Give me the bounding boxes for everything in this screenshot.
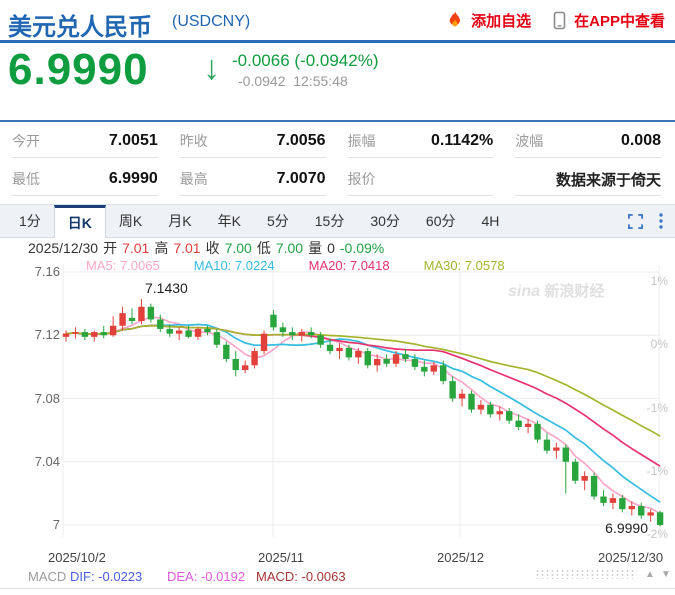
stat-value: 0.1142% [430, 132, 494, 149]
tab-60min[interactable]: 60分 [413, 205, 469, 237]
pct-axis-label: -1% [646, 463, 668, 478]
stat-value: 7.0070 [276, 170, 326, 187]
volume-label: 量 [308, 240, 323, 256]
last-price: 6.9990 [8, 45, 149, 94]
y-axis-label: 7.04 [34, 453, 60, 469]
open-value: 7.01 [122, 240, 150, 256]
y-axis-label: 7.12 [34, 327, 60, 343]
low-annotation: 6.9990 [605, 520, 648, 536]
pane-down-arrow[interactable]: ▼ [661, 569, 671, 580]
stat-range: 波幅 0.008 [505, 122, 673, 160]
stat-label: 报价 [347, 171, 376, 187]
pct-axis-label: -2% [646, 527, 668, 541]
stat-label: 最低 [12, 171, 40, 187]
stat-label: 今开 [12, 133, 40, 149]
tab-5min[interactable]: 5分 [254, 205, 302, 237]
page-header: 美元兑人民币 (USDCNY) 添加自选 在APP中查看 [0, 0, 675, 43]
pane-resize-handle[interactable] [535, 569, 637, 579]
watermark-brand: sina [508, 283, 541, 300]
x-tick-nov: 2025/11 [258, 550, 305, 565]
view-in-app-button[interactable]: 在APP中查看 [574, 10, 665, 31]
macd-value: MACD: -0.0063 [256, 569, 346, 584]
stat-prev-close: 昨收 7.0056 [170, 122, 338, 160]
instrument-title: 美元兑人民币 [8, 14, 152, 41]
macd-dea: DEA: -0.0192 [167, 569, 246, 584]
sina-watermark: sina 新浪财经 [508, 283, 605, 300]
stat-label: 昨收 [179, 133, 208, 149]
tab-weekly[interactable]: 周K [106, 205, 155, 237]
price-change-time: -0.0942 12:55:48 [238, 73, 348, 89]
macd-dif: DIF: -0.0223 [70, 569, 143, 584]
ma-legend: MA5: 7.0065 MA10: 7.0224 MA20: 7.0418 MA… [86, 258, 505, 273]
close-label: 收 [205, 240, 220, 256]
ma5-legend: MA5: 7.0065 [86, 258, 160, 273]
stat-high: 最高 7.0070 [170, 160, 338, 198]
stat-low: 最低 6.9990 [2, 160, 170, 198]
low-label: 低 [256, 240, 271, 256]
candlestick-chart[interactable]: MA5: 7.0065 MA10: 7.0224 MA20: 7.0418 MA… [0, 258, 675, 545]
price-change: -0.0066 (-0.0942%) [232, 51, 379, 70]
change-abs: -0.0942 [238, 73, 286, 89]
open-label: 开 [103, 240, 118, 256]
tab-yearly[interactable]: 年K [205, 205, 254, 237]
ohlc-date: 2025/12/30 [28, 240, 99, 256]
stats-table: 今开 7.0051 昨收 7.0056 振幅 0.1142% 波幅 0.008 最低 6.… [0, 120, 675, 196]
quote-section: 6.9990 ↓ -0.0066 (-0.0942%) -0.0942 12:5… [0, 43, 675, 120]
y-axis-label: 7.16 [34, 264, 60, 279]
data-source: 数据来源于倚天 [505, 160, 673, 198]
data-source-text: 数据来源于倚天 [555, 171, 661, 189]
pct-axis-label: 1% [650, 274, 668, 288]
stat-open: 今开 7.0051 [2, 122, 170, 160]
close-value: 7.00 [224, 240, 252, 256]
x-tick-oct: 2025/10/2 [48, 550, 106, 565]
chart-canvas[interactable] [0, 258, 675, 545]
tab-15min[interactable]: 15分 [302, 205, 358, 237]
pane-divider [0, 588, 675, 595]
stat-quote: 报价 [338, 160, 506, 198]
high-value: 7.01 [173, 240, 201, 256]
stat-label: 最高 [179, 171, 208, 187]
tab-1min[interactable]: 1分 [6, 205, 54, 237]
volume-value: 0 [327, 240, 335, 256]
fullscreen-icon[interactable] [628, 213, 643, 229]
x-axis: 2025/10/2 2025/11 2025/12 2025/12/30 [0, 545, 675, 568]
stat-value: 7.0051 [108, 132, 158, 149]
pct-axis-label: 0% [650, 337, 668, 352]
period-tabbar: 1分 日K 周K 月K 年K 5分 15分 30分 60分 4H [0, 204, 675, 238]
stat-value: 7.0056 [276, 132, 326, 149]
high-label: 高 [154, 240, 169, 256]
x-tick-dec: 2025/12 [437, 550, 484, 565]
y-axis-label: 7.08 [34, 390, 60, 406]
stat-label: 振幅 [347, 133, 376, 149]
x-tick-last: 2025/12/30 [598, 550, 664, 565]
instrument-symbol: (USDCNY) [172, 13, 251, 30]
high-annotation: 7.1430 [145, 280, 188, 296]
pane-up-arrow[interactable]: ▲ [645, 569, 655, 580]
pct-axis-label: -1% [646, 400, 668, 415]
tab-4h[interactable]: 4H [468, 205, 512, 237]
change-pct: -0.09% [339, 240, 385, 256]
ma30-legend: MA30: 7.0578 [423, 258, 505, 273]
stat-label: 波幅 [515, 133, 544, 149]
ma20-legend: MA20: 7.0418 [308, 258, 390, 273]
tab-daily[interactable]: 日K [53, 205, 106, 238]
stat-amplitude: 振幅 0.1142% [338, 122, 506, 160]
tab-monthly[interactable]: 月K [155, 205, 204, 237]
y-axis-label: 7 [52, 517, 60, 532]
stat-value: 6.9990 [108, 170, 158, 187]
phone-icon [553, 11, 566, 30]
stat-value: 0.008 [620, 132, 661, 149]
ma10-legend: MA10: 7.0224 [193, 258, 275, 273]
macd-bar: MACD DIF: -0.0223 DEA: -0.0192 MACD: -0.… [0, 568, 675, 584]
down-arrow-icon: ↓ [203, 49, 220, 87]
add-watchlist-button[interactable]: 添加自选 [471, 10, 531, 31]
ohlc-info-bar: 2025/12/30 开 7.01 高 7.01 收 7.00 低 7.00 量0 -0… [0, 238, 675, 258]
macd-title: MACD [28, 569, 67, 584]
flame-icon [447, 11, 463, 30]
quote-time: 12:55:48 [293, 73, 348, 89]
tab-30min[interactable]: 30分 [357, 205, 413, 237]
watermark-name: 新浪财经 [544, 283, 605, 300]
more-options-icon[interactable] [659, 213, 663, 229]
low-value: 7.00 [275, 240, 304, 256]
